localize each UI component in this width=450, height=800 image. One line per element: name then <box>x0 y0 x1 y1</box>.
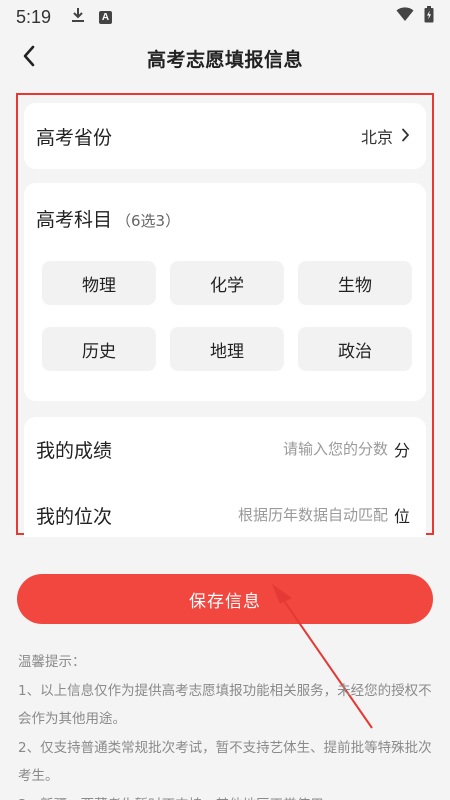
status-bar: 5:19 A <box>0 0 450 34</box>
battery-icon <box>424 6 434 28</box>
score-input[interactable] <box>167 440 388 458</box>
rank-unit: 位 <box>393 507 410 526</box>
app-header: 高考志愿填报信息 <box>0 34 450 82</box>
status-time: 5:19 <box>16 6 52 27</box>
back-button[interactable] <box>14 42 44 74</box>
rank-row: 我的位次 位 <box>24 487 426 543</box>
chevron-right-icon <box>401 127 410 146</box>
subjects-card: 高考科目 （6选3） 物理 化学 生物 历史 地理 政治 <box>24 183 426 401</box>
form-panel: 高考省份 北京 高考科目 （6选3） 物理 化学 生物 历史 地理 政治 我的成绩… <box>16 93 434 537</box>
download-icon <box>71 7 85 27</box>
province-label: 高考省份 <box>36 126 113 149</box>
subject-option-physics[interactable]: 物理 <box>42 261 156 305</box>
scores-card: 我的成绩 分 我的位次 位 <box>24 417 426 537</box>
subject-grid: 物理 化学 生物 历史 地理 政治 <box>42 261 412 371</box>
save-button[interactable]: 保存信息 <box>17 574 433 624</box>
tip-item: 3、新疆、西藏考生暂时不支持，其他地区正常使用。 <box>18 791 434 800</box>
tip-item: 1、以上信息仅作为提供高考志愿填报功能相关服务，未经您的授权不会作为其他用途。 <box>18 682 432 728</box>
score-row: 我的成绩 分 <box>24 421 426 477</box>
chevron-left-icon <box>22 45 36 71</box>
subject-option-biology[interactable]: 生物 <box>298 261 412 305</box>
province-value: 北京 <box>360 128 393 147</box>
subjects-label: 高考科目 <box>36 209 113 231</box>
score-unit: 分 <box>393 441 410 460</box>
tips-section: 温馨提示： 1、以上信息仅作为提供高考志愿填报功能相关服务，未经您的授权不会作为… <box>18 648 434 800</box>
subject-option-chemistry[interactable]: 化学 <box>170 261 284 305</box>
rank-label: 我的位次 <box>36 505 113 528</box>
subject-option-history[interactable]: 历史 <box>42 327 156 371</box>
page-title: 高考志愿填报信息 <box>146 48 303 71</box>
province-row[interactable]: 高考省份 北京 <box>24 103 426 169</box>
a-badge-icon: A <box>99 10 113 24</box>
tips-title: 温馨提示： <box>18 654 86 670</box>
subject-option-politics[interactable]: 政治 <box>298 327 412 371</box>
wifi-icon <box>396 7 414 27</box>
subjects-hint: （6选3） <box>116 212 181 230</box>
tip-item: 2、仅支持普通类常规批次考试，暂不支持艺体生、提前批等特殊批次考生。 <box>18 739 432 785</box>
score-label: 我的成绩 <box>36 439 113 462</box>
rank-input[interactable] <box>167 506 388 524</box>
subject-option-geography[interactable]: 地理 <box>170 327 284 371</box>
subjects-title: 高考科目 （6选3） <box>36 205 180 232</box>
